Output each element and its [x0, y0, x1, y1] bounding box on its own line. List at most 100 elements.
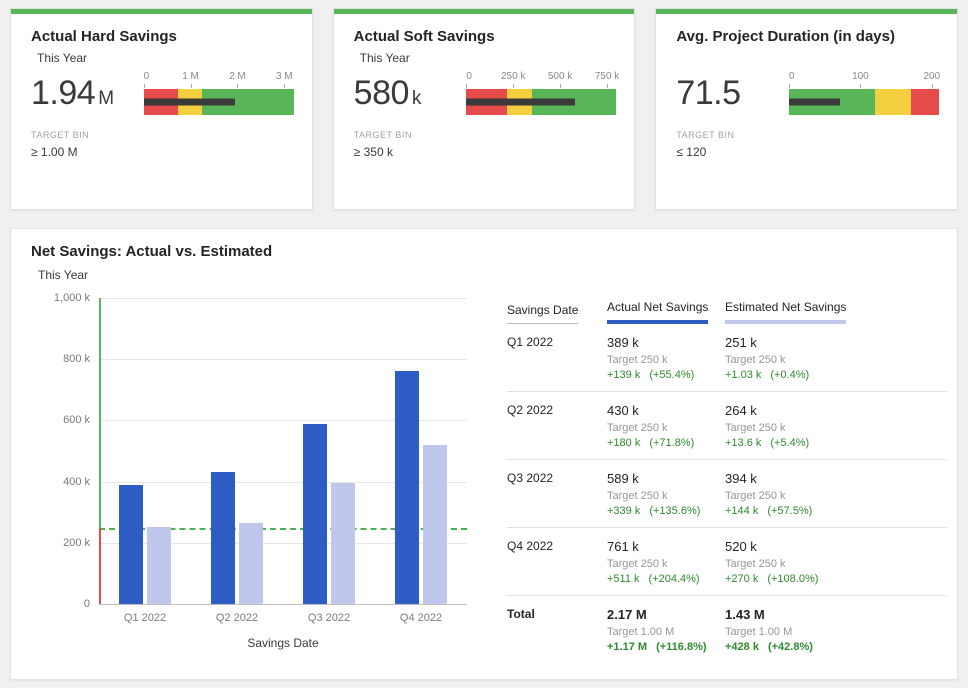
actual-target: Target 250 k	[607, 558, 725, 570]
estimated-value: 1.43 M	[725, 607, 947, 622]
target-bin-label: TARGET BIN	[354, 130, 619, 140]
bullet-band	[144, 89, 294, 115]
actual-cell: 761 kTarget 250 k+511 k(+204.4%)	[607, 539, 725, 585]
estimated-target: Target 250 k	[725, 422, 947, 434]
table-row-q3-2022[interactable]: Q3 2022589 kTarget 250 k+339 k(+135.6%)3…	[507, 460, 947, 528]
gridline	[99, 604, 467, 605]
actual-variance-absolute: +180 k	[607, 437, 640, 449]
estimated-variance-percent: (+5.4%)	[770, 437, 809, 449]
table-row-total[interactable]: Total2.17 MTarget 1.00 M+1.17 M(+116.8%)…	[507, 596, 947, 663]
actual-variance-absolute: +339 k	[607, 505, 640, 517]
actual-variance: +180 k(+71.8%)	[607, 437, 725, 449]
kpi-value-unit: M	[98, 88, 114, 109]
estimated-bar-q3-2022[interactable]	[331, 483, 355, 604]
bullet-chart: 01 M2 M3 M	[144, 71, 294, 115]
kpi-value-unit: k	[412, 88, 422, 109]
actual-target: Target 1.00 M	[607, 626, 725, 638]
bullet-axis-tickmark	[560, 84, 561, 88]
x-axis-labels: Q1 2022Q2 2022Q3 2022Q4 2022	[99, 612, 467, 624]
kpi-body: Actual Hard Savings This Year 1.94M 01 M…	[11, 14, 312, 159]
x-axis-label: Q2 2022	[191, 612, 283, 624]
actual-variance-absolute: +1.17 M	[607, 641, 647, 653]
bullet-axis: 01 M2 M3 M	[144, 71, 294, 86]
estimated-bar-q1-2022[interactable]	[147, 527, 171, 604]
target-bin-value: ≥ 350 k	[354, 145, 619, 159]
actual-variance: +339 k (+135.6%)	[607, 505, 725, 517]
bullet-axis-tickmark	[191, 84, 192, 88]
kpi-card-actual-soft-savings[interactable]: Actual Soft Savings This Year 580k 0250 …	[333, 8, 636, 210]
bullet-axis-tickmark	[789, 84, 790, 88]
bullet-axis-tickmark	[932, 84, 933, 88]
kpi-value: 580k	[354, 74, 467, 113]
header-actual-net-savings: Actual Net Savings	[607, 300, 725, 324]
estimated-cell: 264 kTarget 250 k+13.6 k(+5.4%)	[725, 403, 947, 449]
header-savings-date: Savings Date	[507, 303, 607, 324]
bar-group-q3-2022	[283, 298, 375, 604]
x-axis-label: Q1 2022	[99, 612, 191, 624]
estimated-bar-q2-2022[interactable]	[239, 523, 263, 604]
bullet-axis-tick: 3 M	[276, 71, 293, 82]
estimated-variance-absolute: +428 k	[725, 641, 759, 653]
estimated-variance-percent: (+108.0%)	[767, 573, 818, 585]
actual-value: 389 k	[607, 335, 725, 350]
estimated-variance-percent: (+0.4%)	[770, 369, 809, 381]
kpi-card-actual-hard-savings[interactable]: Actual Hard Savings This Year 1.94M 01 M…	[10, 8, 313, 210]
estimated-target: Target 250 k	[725, 490, 947, 502]
bullet-axis-tick: 0	[789, 71, 795, 82]
bullet-axis-tick: 1 M	[182, 71, 199, 82]
y-axis-label: 200 k	[63, 537, 90, 549]
actual-variance: +511 k(+204.4%)	[607, 573, 725, 585]
table-row-q1-2022[interactable]: Q1 2022389 kTarget 250 k+139 k(+55.4%)25…	[507, 324, 947, 392]
bullet-axis-tickmark	[860, 84, 861, 88]
bar-group-q2-2022	[191, 298, 283, 604]
actual-variance-percent: (+55.4%)	[649, 369, 694, 381]
bullet-axis-tick: 200	[923, 71, 940, 82]
estimated-bar-q4-2022[interactable]	[423, 445, 447, 604]
actual-bar-q1-2022[interactable]	[119, 485, 143, 604]
chart-title: Net Savings: Actual vs. Estimated	[11, 229, 957, 260]
table-header: Savings Date Actual Net Savings Estimate…	[507, 300, 947, 324]
kpi-row: Actual Hard Savings This Year 1.94M 01 M…	[10, 8, 958, 210]
row-label: Total	[507, 607, 607, 653]
bullet-axis-tick: 0	[144, 71, 150, 82]
kpi-title: Avg. Project Duration (in days)	[676, 28, 941, 45]
estimated-variance-percent: (+57.5%)	[767, 505, 812, 517]
y-axis-label: 0	[84, 598, 90, 610]
bullet-axis-tickmark	[237, 84, 238, 88]
kpi-body: Avg. Project Duration (in days) 71.5 010…	[656, 14, 957, 159]
estimated-variance: +270 k(+108.0%)	[725, 573, 947, 585]
x-axis-label: Q3 2022	[283, 612, 375, 624]
kpi-card-avg-project-duration[interactable]: Avg. Project Duration (in days) 71.5 010…	[655, 8, 958, 210]
actual-bar-q2-2022[interactable]	[211, 472, 235, 604]
bullet-axis: 0100200	[789, 71, 939, 86]
kpi-main: 580k 0250 k500 k750 k	[354, 71, 619, 115]
table-row-q2-2022[interactable]: Q2 2022430 kTarget 250 k+180 k(+71.8%)26…	[507, 392, 947, 460]
bullet-value-bar	[789, 99, 840, 106]
actual-target: Target 250 k	[607, 354, 725, 366]
estimated-target: Target 1.00 M	[725, 626, 947, 638]
row-label: Q2 2022	[507, 403, 607, 449]
actual-bar-q3-2022[interactable]	[303, 424, 327, 604]
table-row-q4-2022[interactable]: Q4 2022761 kTarget 250 k+511 k(+204.4%)5…	[507, 528, 947, 596]
estimated-target: Target 250 k	[725, 558, 947, 570]
actual-variance-percent: (+135.6%)	[649, 505, 700, 517]
row-label: Q4 2022	[507, 539, 607, 585]
actual-value: 2.17 M	[607, 607, 725, 622]
estimated-cell: 251 kTarget 250 k+1.03 k(+0.4%)	[725, 335, 947, 381]
target-bin-label: TARGET BIN	[31, 130, 296, 140]
actual-bar-q4-2022[interactable]	[395, 371, 419, 604]
bullet-axis-tick: 750 k	[595, 71, 619, 82]
header-estimated-net-savings: Estimated Net Savings	[725, 300, 947, 324]
actual-target: Target 250 k	[607, 490, 725, 502]
chart-and-table: 1,000 k800 k600 k400 k200 k0 Q1 2022Q2 2…	[11, 286, 957, 666]
y-axis-label: 400 k	[63, 476, 90, 488]
kpi-main: 71.5 0100200	[676, 71, 941, 115]
bullet-chart: 0250 k500 k750 k	[466, 71, 616, 115]
bullet-axis-tickmark	[513, 84, 514, 88]
actual-variance-percent: (+204.4%)	[649, 573, 700, 585]
actual-cell: 430 kTarget 250 k+180 k(+71.8%)	[607, 403, 725, 449]
kpi-subtitle: This Year	[37, 51, 296, 65]
kpi-main: 1.94M 01 M2 M3 M	[31, 71, 296, 115]
bullet-axis-tick: 0	[466, 71, 472, 82]
row-label: Q1 2022	[507, 335, 607, 381]
